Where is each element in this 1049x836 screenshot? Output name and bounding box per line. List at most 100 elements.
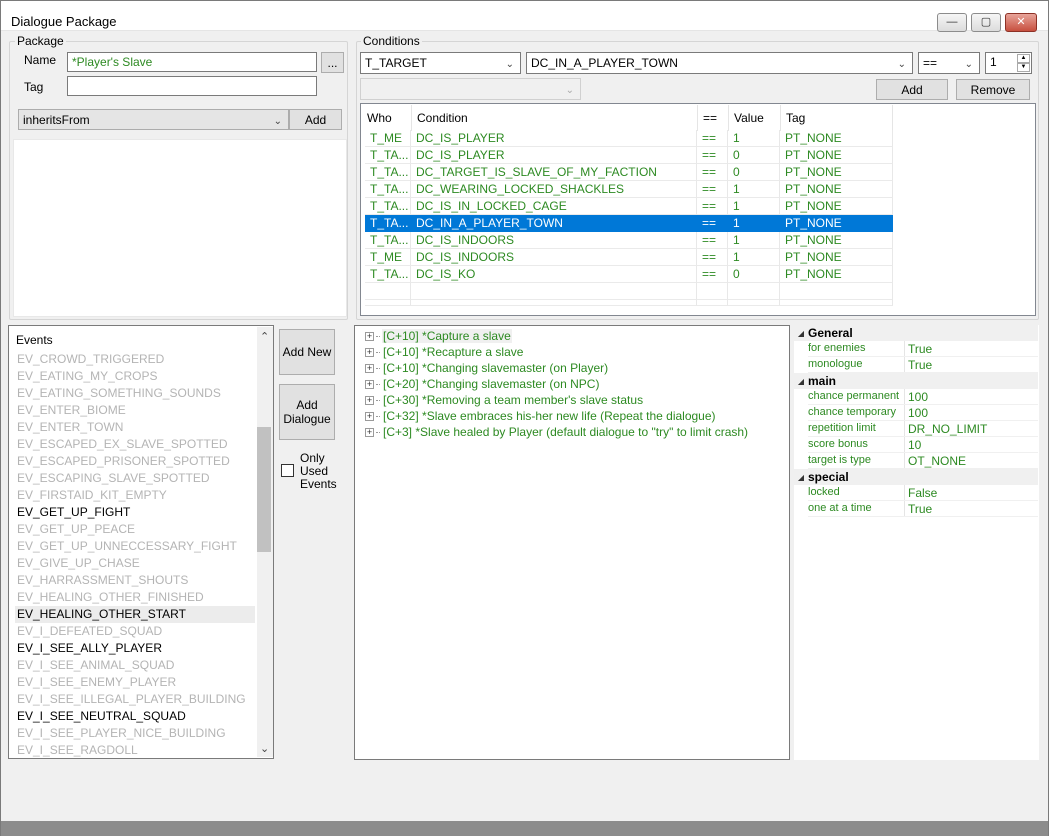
property-category[interactable]: ◢ General xyxy=(794,325,1038,341)
dialogue-tree-item[interactable]: + [C+30] *Removing a team member's slave … xyxy=(365,392,644,408)
dialogue-tree-item[interactable]: + [C+3] *Slave healed by Player (default … xyxy=(365,424,749,440)
event-list-item[interactable]: EV_I_SEE_PLAYER_NICE_BUILDING xyxy=(15,725,255,742)
property-category[interactable]: ◢ main xyxy=(794,373,1038,389)
close-button[interactable]: ✕ xyxy=(1005,13,1037,32)
events-list[interactable]: Events EV_CROWD_TRIGGERED EV_EATING_MY_CR… xyxy=(8,325,274,759)
property-value[interactable]: OT_NONE xyxy=(905,453,1038,468)
condition-row[interactable]: T_TA... DC_IS_KO == 0 PT_NONE xyxy=(365,266,893,283)
property-value[interactable]: True xyxy=(905,357,1038,372)
property-row[interactable]: target is type OT_NONE xyxy=(808,453,1038,469)
event-list-item[interactable]: EV_ESCAPING_SLAVE_SPOTTED xyxy=(15,470,255,487)
dialogue-tree-item[interactable]: + [C+10] *Capture a slave xyxy=(365,328,512,344)
column-header-value[interactable]: Value xyxy=(729,105,781,131)
events-scrollbar[interactable]: ⌃ ⌄ xyxy=(257,327,273,757)
condition-row[interactable]: T_TA... DC_IN_A_PLAYER_TOWN == 1 PT_NONE xyxy=(365,215,893,232)
event-list-item[interactable]: EV_GET_UP_UNNECCESSARY_FIGHT xyxy=(15,538,255,555)
property-row[interactable]: score bonus 10 xyxy=(808,437,1038,453)
collapse-icon[interactable]: ◢ xyxy=(794,377,808,386)
minimize-button[interactable]: — xyxy=(937,13,967,32)
property-value[interactable]: 100 xyxy=(905,405,1038,420)
condition-row[interactable]: T_ME DC_IS_INDOORS == 1 PT_NONE xyxy=(365,249,893,266)
event-list-item[interactable]: EV_I_SEE_NEUTRAL_SQUAD xyxy=(15,708,255,725)
condition-select[interactable]: DC_IN_A_PLAYER_TOWN ⌄ xyxy=(526,52,913,74)
expand-icon[interactable]: + xyxy=(365,379,374,389)
scroll-down-icon[interactable]: ⌄ xyxy=(260,742,269,755)
event-list-item[interactable]: EV_GET_UP_PEACE xyxy=(15,521,255,538)
event-list-item[interactable]: EV_GIVE_UP_CHASE xyxy=(15,555,255,572)
inherits-from-select[interactable]: inheritsFrom ⌄ xyxy=(18,109,289,130)
property-row[interactable]: chance permanent 100 xyxy=(808,389,1038,405)
condition-row[interactable]: T_TA... DC_WEARING_LOCKED_SHACKLES == 1 PT_N… xyxy=(365,181,893,198)
event-list-item[interactable]: EV_ENTER_TOWN xyxy=(15,419,255,436)
property-value[interactable]: DR_NO_LIMIT xyxy=(905,421,1038,436)
event-list-item[interactable]: EV_ESCAPED_PRISONER_SPOTTED xyxy=(15,453,255,470)
column-header-tag[interactable]: Tag xyxy=(781,105,893,131)
dialogue-tree-item[interactable]: + [C+10] *Recapture a slave xyxy=(365,344,524,360)
expand-icon[interactable]: + xyxy=(365,331,374,341)
remove-condition-button[interactable]: Remove xyxy=(956,79,1030,100)
event-list-item[interactable]: EV_I_SEE_ILLEGAL_PLAYER_BUILDING xyxy=(15,691,255,708)
dialogue-tree-item[interactable]: + [C+32] *Slave embraces his-her new life… xyxy=(365,408,717,424)
browse-button[interactable]: ... xyxy=(321,52,344,73)
event-list-item[interactable]: EV_ESCAPED_EX_SLAVE_SPOTTED xyxy=(15,436,255,453)
tag-input[interactable] xyxy=(67,76,317,96)
expand-icon[interactable]: + xyxy=(365,411,374,421)
property-value[interactable]: 10 xyxy=(905,437,1038,452)
property-category[interactable]: ◢ special xyxy=(794,469,1038,485)
who-select[interactable]: T_TARGET ⌄ xyxy=(360,52,521,74)
collapse-icon[interactable]: ◢ xyxy=(794,473,808,482)
property-row[interactable]: locked False xyxy=(808,485,1038,501)
condition-row[interactable]: T_TA... DC_IS_IN_LOCKED_CAGE == 1 PT_NONE xyxy=(365,198,893,215)
dialogue-tree-item[interactable]: + [C+10] *Changing slavemaster (on Player… xyxy=(365,360,609,376)
expand-icon[interactable]: + xyxy=(365,363,374,373)
event-list-item[interactable]: EV_HEALING_OTHER_FINISHED xyxy=(15,589,255,606)
column-header-who[interactable]: Who xyxy=(362,105,412,131)
event-list-item[interactable]: EV_EATING_MY_CROPS xyxy=(15,368,255,385)
add-condition-button[interactable]: Add xyxy=(876,79,948,100)
inherits-add-button[interactable]: Add xyxy=(289,109,342,130)
event-list-item[interactable]: EV_I_SEE_ENEMY_PLAYER xyxy=(15,674,255,691)
event-list-item[interactable]: EV_FIRSTAID_KIT_EMPTY xyxy=(15,487,255,504)
expand-icon[interactable]: + xyxy=(365,427,374,437)
column-header-operator[interactable]: == xyxy=(698,105,729,131)
property-row[interactable]: repetition limit DR_NO_LIMIT xyxy=(808,421,1038,437)
only-used-events-label[interactable]: Only Used Events xyxy=(300,452,337,491)
event-list-item[interactable]: EV_HARRASSMENT_SHOUTS xyxy=(15,572,255,589)
only-used-events-checkbox[interactable] xyxy=(281,464,294,477)
property-row[interactable]: chance temporary 100 xyxy=(808,405,1038,421)
property-row[interactable]: monologue True xyxy=(808,357,1038,373)
add-new-button[interactable]: Add New xyxy=(279,329,335,375)
inherits-list[interactable] xyxy=(13,139,347,317)
collapse-icon[interactable]: ◢ xyxy=(794,329,808,338)
event-list-item[interactable]: EV_I_SEE_ANIMAL_SQUAD xyxy=(15,657,255,674)
property-value[interactable]: True xyxy=(905,341,1038,356)
event-list-item[interactable]: EV_GET_UP_FIGHT xyxy=(15,504,255,521)
event-list-item[interactable]: EV_HEALING_OTHER_START xyxy=(15,606,255,623)
property-value[interactable]: True xyxy=(905,501,1038,516)
property-value[interactable]: False xyxy=(905,485,1038,500)
dialogue-tree-item[interactable]: + [C+20] *Changing slavemaster (on NPC) xyxy=(365,376,600,392)
condition-row[interactable]: T_TA... DC_IS_PLAYER == 0 PT_NONE xyxy=(365,147,893,164)
condition-row[interactable]: T_TA... DC_IS_INDOORS == 1 PT_NONE xyxy=(365,232,893,249)
column-header-condition[interactable]: Condition xyxy=(412,105,698,131)
property-row[interactable]: for enemies True xyxy=(808,341,1038,357)
dialogue-tree[interactable]: + [C+10] *Capture a slave + [C+10] *Recaptu… xyxy=(354,325,790,760)
name-input[interactable]: *Player's Slave xyxy=(67,52,317,72)
condition-row[interactable]: T_TA... DC_TARGET_IS_SLAVE_OF_MY_FACTION =… xyxy=(365,164,893,181)
property-row[interactable]: one at a time True xyxy=(808,501,1038,517)
expand-icon[interactable]: + xyxy=(365,395,374,405)
title-bar[interactable]: Dialogue Package — ▢ ✕ xyxy=(1,1,1048,32)
event-list-item[interactable]: EV_I_SEE_ALLY_PLAYER xyxy=(15,640,255,657)
event-list-item[interactable]: EV_CROWD_TRIGGERED xyxy=(15,351,255,368)
event-list-item[interactable]: EV_I_DEFEATED_SQUAD xyxy=(15,623,255,640)
value-stepper[interactable]: 1 ▲ ▼ xyxy=(985,52,1032,74)
secondary-select[interactable]: ⌄ xyxy=(360,78,581,100)
condition-row[interactable]: T_ME DC_IS_PLAYER == 1 PT_NONE xyxy=(365,130,893,147)
stepper-up-icon[interactable]: ▲ xyxy=(1017,54,1030,63)
maximize-button[interactable]: ▢ xyxy=(971,13,1001,32)
event-list-item[interactable]: EV_EATING_SOMETHING_SOUNDS xyxy=(15,385,255,402)
scroll-up-icon[interactable]: ⌃ xyxy=(260,330,269,343)
event-list-item[interactable]: EV_ENTER_BIOME xyxy=(15,402,255,419)
property-value[interactable]: 100 xyxy=(905,389,1038,404)
add-dialogue-button[interactable]: Add Dialogue xyxy=(279,384,335,440)
